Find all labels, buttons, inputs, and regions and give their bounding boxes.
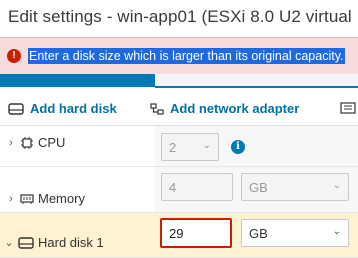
error-alert: ! Enter a disk size which is larger than… [0,37,358,75]
memory-row-label[interactable]: › Memory [0,167,155,212]
info-icon[interactable]: i [231,140,245,154]
hard-disk-unit-select[interactable]: GB ⌄ [241,219,349,247]
add-network-adapter-button[interactable]: Add network adapter [150,101,299,116]
memory-value: 4 [169,180,177,195]
chevron-down-icon: ⌄ [332,226,341,237]
memory-row-value: 4 GB ⌄ [155,167,358,212]
tab-underline [155,86,358,88]
cpu-value: 2 [169,140,177,155]
memory-label: Memory [38,191,85,206]
error-icon: ! [7,49,21,63]
tab-bar [0,74,358,88]
chevron-down-icon: ⌄ [202,140,211,151]
hard-disk-label: Hard disk 1 [38,235,104,250]
chevron-down-icon: ⌄ [332,180,341,191]
hard-disk-size-input[interactable]: 29 [160,218,232,248]
tab-virtual-hardware[interactable] [0,74,155,87]
memory-icon [20,193,34,204]
add-hard-disk-button[interactable]: Add hard disk [8,101,117,116]
hard-disk-size-value: 29 [169,226,184,241]
memory-unit: GB [249,180,268,195]
alert-message: Enter a disk size which is larger than i… [28,48,345,64]
cpu-icon [21,136,33,149]
chevron-down-icon[interactable]: ⌄ [4,236,14,249]
network-adapter-icon [150,102,164,115]
chevron-right-icon[interactable]: › [6,193,16,205]
cpu-row-label[interactable]: › CPU [0,126,155,166]
cpu-select[interactable]: 2 ⌄ [161,133,219,161]
add-hard-disk-label: Add hard disk [30,101,117,116]
dialog-title: Edit settings - win-app01 (ESXi 8.0 U2 v… [8,7,352,26]
add-network-adapter-label: Add network adapter [170,101,300,116]
device-icon [340,102,356,114]
hard-disk-row: ⌄ Hard disk 1 29 GB ⌄ [0,213,358,258]
hard-disk-row-value: 29 GB ⌄ [155,213,358,257]
hard-disk-icon [8,102,24,115]
hard-disk-icon [18,236,34,249]
more-devices-button[interactable] [340,101,356,115]
hardware-toolbar: Add hard disk Add network adapter [0,95,358,125]
cpu-row: › CPU 2 ⌄ i [0,126,358,167]
memory-size-input[interactable]: 4 [161,173,233,201]
hard-disk-unit: GB [249,226,268,241]
memory-unit-select[interactable]: GB ⌄ [241,173,349,201]
hard-disk-row-label[interactable]: ⌄ Hard disk 1 [0,213,155,257]
cpu-label: CPU [38,135,66,150]
memory-row: › Memory 4 GB ⌄ [0,167,358,213]
chevron-right-icon[interactable]: › [6,137,16,149]
dialog-header: Edit settings - win-app01 (ESXi 8.0 U2 v… [0,0,358,36]
cpu-row-value: 2 ⌄ i [155,126,358,166]
